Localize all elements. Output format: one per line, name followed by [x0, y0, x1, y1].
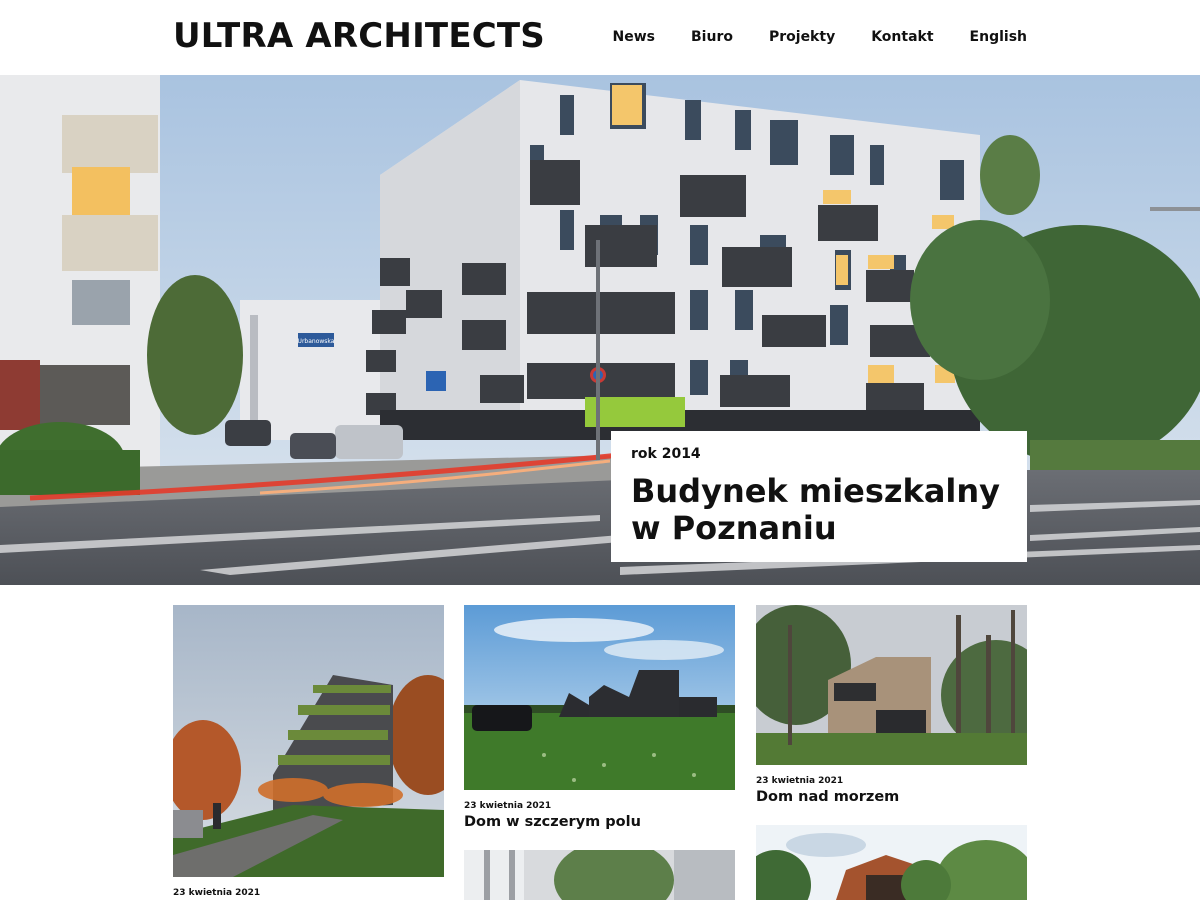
hero-title-line1: Budynek mieszkalny	[631, 472, 1001, 510]
project-title-3[interactable]: Dom nad morzem	[756, 788, 899, 806]
hero-year: rok 2014	[631, 446, 701, 462]
project-image-2	[464, 605, 735, 790]
nav-projekty[interactable]: Projekty	[769, 28, 835, 46]
site-logo[interactable]: ULTRA ARCHITECTS	[173, 16, 545, 56]
project-image-5	[756, 825, 1027, 900]
project-image-1	[173, 605, 444, 877]
project-tile-1[interactable]	[173, 605, 444, 877]
street-sign-text: Urbanowska	[298, 338, 335, 345]
hero-banner[interactable]: Urbanowska rok 2014 Budynek mieszkalny w…	[0, 75, 1200, 585]
project-title-2[interactable]: Dom w szczerym polu	[464, 813, 641, 831]
project-date-3: 23 kwietnia 2021	[756, 776, 844, 786]
hero-title-line2: w Poznaniu	[631, 509, 837, 547]
nav-kontakt[interactable]: Kontakt	[871, 28, 933, 46]
project-date-2: 23 kwietnia 2021	[464, 801, 552, 811]
hero-title: Budynek mieszkalny w Poznaniu	[631, 473, 1007, 547]
nav-biuro[interactable]: Biuro	[691, 28, 733, 46]
project-tile-5[interactable]	[756, 825, 1027, 900]
project-tile-2[interactable]	[464, 605, 735, 790]
site-header: ULTRA ARCHITECTS News Biuro Projekty Kon…	[0, 0, 1200, 75]
main-nav: News Biuro Projekty Kontakt English	[613, 28, 1027, 46]
project-date-1: 23 kwietnia 2021	[173, 888, 261, 898]
project-image-3	[756, 605, 1027, 765]
nav-english[interactable]: English	[970, 28, 1027, 46]
hero-caption-card[interactable]: rok 2014 Budynek mieszkalny w Poznaniu	[611, 431, 1027, 562]
project-image-4	[464, 850, 735, 900]
nav-news[interactable]: News	[613, 28, 655, 46]
project-tile-4[interactable]	[464, 850, 735, 900]
project-tile-3[interactable]	[756, 605, 1027, 765]
